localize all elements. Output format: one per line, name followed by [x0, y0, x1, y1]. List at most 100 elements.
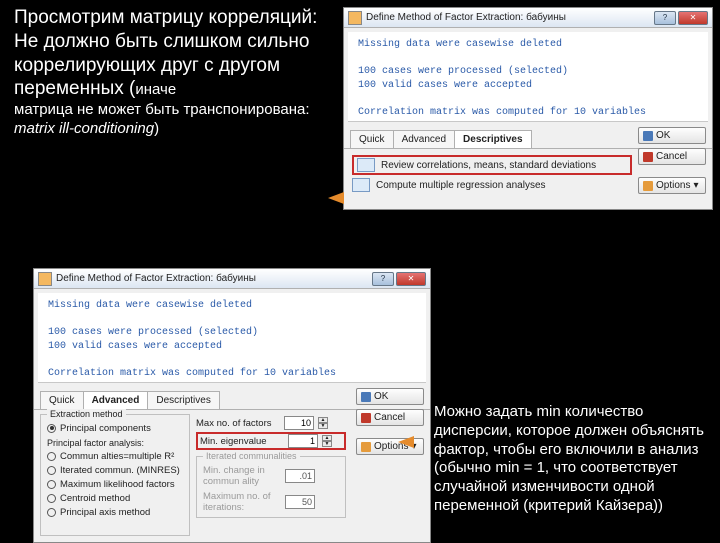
tab-advanced[interactable]: Advanced	[83, 391, 149, 409]
help-button[interactable]: ?	[372, 272, 394, 286]
grid-icon	[357, 158, 375, 172]
spinner[interactable]: ▲▼	[322, 435, 332, 447]
btn-label: Cancel	[374, 412, 405, 423]
ok-button[interactable]: OK	[356, 388, 424, 405]
review-correlations-row[interactable]: Review correlations, means, standard dev…	[352, 155, 632, 175]
close-button[interactable]: ✕	[678, 11, 708, 25]
options-icon	[643, 181, 653, 191]
info-line: Correlation matrix was computed for 10 v…	[48, 367, 416, 381]
compute-regression-row[interactable]: Compute multiple regression analyses	[352, 175, 632, 195]
tab-advanced[interactable]: Advanced	[393, 130, 455, 148]
dialog-advanced: Define Method of Factor Extraction: бабу…	[33, 268, 431, 543]
spinner[interactable]: ▲▼	[318, 417, 328, 429]
cancel-icon	[643, 152, 653, 162]
btn-label: Cancel	[656, 151, 687, 162]
radio-dot-icon	[47, 452, 56, 461]
radio-label: Commun alties=multiple R²	[60, 451, 174, 462]
dialog-body: Extraction method Principal components P…	[34, 410, 430, 542]
info-line: 100 cases were processed (selected)	[358, 65, 698, 79]
spin-down-icon[interactable]: ▼	[318, 423, 328, 429]
arrow-icon	[398, 436, 414, 448]
radio-label: Iterated commun. (MINRES)	[60, 465, 180, 476]
tab-quick[interactable]: Quick	[350, 130, 394, 148]
radio-label: Principal axis method	[60, 507, 150, 518]
app-icon	[38, 272, 52, 286]
radio-dot-icon	[47, 494, 56, 503]
radio-principal-axis[interactable]: Principal axis method	[47, 505, 183, 519]
extraction-method-group: Extraction method Principal components P…	[40, 414, 190, 536]
info-line: Missing data were casewise deleted	[358, 38, 698, 52]
txt: )	[154, 120, 159, 137]
info-panel: Missing data were casewise deleted 100 c…	[348, 32, 708, 122]
btn-label: OK	[656, 130, 670, 141]
max-factors-row: Max no. of factors ▲▼	[196, 414, 346, 432]
row-label: Compute multiple regression analyses	[376, 180, 546, 191]
radio-label: Centroid method	[60, 493, 130, 504]
right-button-column: OK Cancel Options ▾	[638, 125, 706, 194]
txt: matrix ill-conditioning	[14, 120, 154, 137]
min-eigenvalue-row: Min. eigenvalue ▲▼	[196, 432, 346, 450]
radio-principal-components[interactable]: Principal components	[47, 421, 183, 435]
info-panel: Missing data were casewise deleted 100 c…	[38, 293, 426, 383]
radio-communalities-r2[interactable]: Commun alties=multiple R²	[47, 449, 183, 463]
max-iterations-row: Maximum no. of iterations:	[203, 489, 339, 515]
arrow-icon	[328, 192, 344, 204]
window-title: Define Method of Factor Extraction: бабу…	[56, 273, 256, 284]
btn-label: OK	[374, 391, 388, 402]
radio-centroid[interactable]: Centroid method	[47, 491, 183, 505]
app-icon	[348, 11, 362, 25]
ok-icon	[361, 392, 371, 402]
param-label: Max no. of factors	[196, 418, 280, 429]
group-title: Extraction method	[47, 409, 126, 419]
close-button[interactable]: ✕	[396, 272, 426, 286]
txt: матрица не может быть транспонирована:	[14, 101, 310, 118]
cancel-button[interactable]: Cancel	[356, 409, 424, 426]
tab-quick[interactable]: Quick	[40, 391, 84, 409]
info-line: Correlation matrix was computed for 10 v…	[358, 106, 698, 120]
cancel-button[interactable]: Cancel	[638, 148, 706, 165]
param-label: Min. change in commun ality	[203, 465, 281, 487]
param-label: Maximum no. of iterations:	[203, 491, 281, 513]
options-icon	[361, 442, 371, 452]
param-label: Min. eigenvalue	[200, 436, 284, 447]
radio-label: Principal components	[60, 423, 151, 434]
radio-iterated-minres[interactable]: Iterated commun. (MINRES)	[47, 463, 183, 477]
ok-button[interactable]: OK	[638, 127, 706, 144]
explanation-right: Можно задать min количество дисперсии, к…	[434, 403, 716, 516]
radio-dot-icon	[47, 424, 56, 433]
window-title: Define Method of Factor Extraction: бабу…	[366, 12, 566, 23]
radio-dot-icon	[47, 480, 56, 489]
help-button[interactable]: ?	[654, 11, 676, 25]
dialog-body: Review correlations, means, standard dev…	[344, 149, 712, 209]
ok-icon	[643, 131, 653, 141]
info-line: 100 valid cases were accepted	[358, 79, 698, 93]
cancel-icon	[361, 413, 371, 423]
max-factors-input[interactable]	[284, 416, 314, 430]
row-label: Review correlations, means, standard dev…	[381, 160, 596, 171]
radio-label: Maximum likelihood factors	[60, 479, 175, 490]
btn-label: Options	[656, 180, 690, 191]
tab-descriptives[interactable]: Descriptives	[147, 391, 219, 409]
pfa-subhead: Principal factor analysis:	[47, 435, 183, 449]
info-line: Missing data were casewise deleted	[48, 299, 416, 313]
titlebar[interactable]: Define Method of Factor Extraction: бабу…	[344, 8, 712, 28]
titlebar[interactable]: Define Method of Factor Extraction: бабу…	[34, 269, 430, 289]
grid-icon	[352, 178, 370, 192]
spin-down-icon[interactable]: ▼	[322, 441, 332, 447]
min-eigenvalue-input[interactable]	[288, 434, 318, 448]
txt: Можно задать min количество дисперсии, к…	[434, 403, 704, 514]
txt: Просмотрим матрицу корреляций:	[14, 7, 317, 28]
tab-descriptives[interactable]: Descriptives	[454, 130, 531, 148]
iterated-communalities-group: Iterated communalities Min. change in co…	[196, 456, 346, 518]
radio-max-likelihood[interactable]: Maximum likelihood factors	[47, 477, 183, 491]
max-iterations-input	[285, 495, 315, 509]
min-change-row: Min. change in commun ality	[203, 463, 339, 489]
info-line: 100 valid cases were accepted	[48, 340, 416, 354]
explanation-top: Просмотрим матрицу корреляций: Не должно…	[14, 6, 344, 139]
options-button[interactable]: Options ▾	[638, 177, 706, 194]
radio-dot-icon	[47, 466, 56, 475]
min-change-input	[285, 469, 315, 483]
radio-dot-icon	[47, 508, 56, 517]
info-line: 100 cases were processed (selected)	[48, 326, 416, 340]
dialog-descriptives: Define Method of Factor Extraction: бабу…	[343, 7, 713, 210]
